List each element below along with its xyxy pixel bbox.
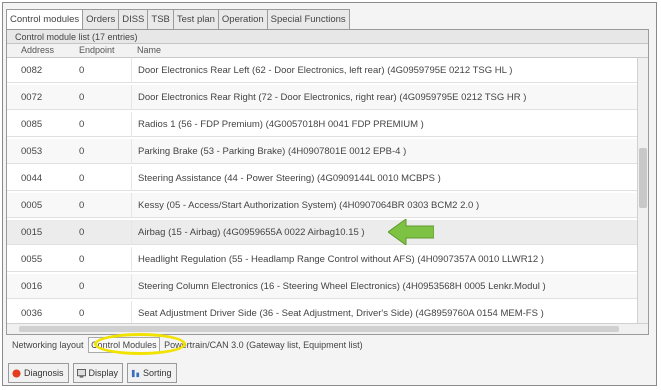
name-cell: Airbag (15 - Airbag) (4G0959655A 0022 Ai…	[131, 220, 365, 245]
horizontal-scroll-thumb[interactable]	[19, 326, 619, 332]
diagnosis-button[interactable]: Diagnosis	[8, 363, 69, 383]
endpoint-cell: 0	[79, 254, 85, 265]
column-header-name[interactable]: Name	[137, 44, 161, 57]
stop-diagnosis-icon	[12, 368, 21, 378]
diagnosis-button-label: Diagnosis	[24, 368, 64, 378]
tab-special-functions[interactable]: Special Functions	[266, 9, 350, 29]
tab-control-modules[interactable]: Control modules	[6, 9, 84, 30]
status-line: Networking layout Control Modules Powert…	[12, 337, 365, 353]
name-cell: Parking Brake (53 - Parking Brake) (4H09…	[131, 139, 406, 164]
control-module-list-panel: Control module list (17 entries) Address…	[6, 29, 649, 335]
table-row[interactable]: 0044 0 Steering Assistance (44 - Power S…	[7, 166, 638, 191]
green-pointer-arrow-icon	[388, 219, 434, 245]
tab-tsb[interactable]: TSB	[147, 9, 174, 29]
column-header-row: Address Endpoint Name	[7, 44, 648, 58]
address-cell: 0082	[21, 65, 43, 76]
table-row[interactable]: 0072 0 Door Electronics Rear Right (72 -…	[7, 85, 638, 110]
table-row[interactable]: 0036 0 Seat Adjustment Driver Side (36 -…	[7, 301, 638, 324]
sorting-button[interactable]: Sorting	[127, 363, 177, 383]
tab-bar: Control modules Orders DISS TSB Test pla…	[6, 9, 350, 30]
tab-test-plan[interactable]: Test plan	[172, 9, 219, 29]
name-cell: Steering Assistance (44 - Power Steering…	[131, 166, 441, 191]
endpoint-cell: 0	[79, 227, 85, 238]
address-cell: 0085	[21, 119, 43, 130]
endpoint-cell: 0	[79, 92, 85, 103]
vertical-scrollbar[interactable]	[637, 58, 648, 324]
endpoint-cell: 0	[79, 281, 85, 292]
endpoint-cell: 0	[79, 173, 85, 184]
table-row[interactable]: 0053 0 Parking Brake (53 - Parking Brake…	[7, 139, 638, 164]
address-cell: 0015	[21, 227, 43, 238]
address-cell: 0016	[21, 281, 43, 292]
address-cell: 0055	[21, 254, 43, 265]
table-row[interactable]: 0082 0 Door Electronics Rear Left (62 - …	[7, 58, 638, 83]
vertical-scroll-thumb[interactable]	[639, 148, 647, 208]
display-button[interactable]: Display	[72, 363, 124, 383]
table-row[interactable]: 0005 0 Kessy (05 - Access/Start Authoriz…	[7, 193, 638, 218]
horizontal-scrollbar[interactable]	[7, 323, 648, 334]
column-header-endpoint[interactable]: Endpoint	[79, 44, 115, 57]
name-cell: Door Electronics Rear Left (62 - Door El…	[131, 58, 512, 83]
status-prefix: Networking layout	[12, 340, 84, 350]
module-table: 0082 0 Door Electronics Rear Left (62 - …	[7, 58, 638, 324]
name-cell: Headlight Regulation (55 - Headlamp Rang…	[131, 247, 544, 272]
address-cell: 0005	[21, 200, 43, 211]
name-cell: Radios 1 (56 - FDP Premium) (4G0057018H …	[131, 112, 424, 137]
endpoint-cell: 0	[79, 200, 85, 211]
display-button-label: Display	[88, 368, 119, 378]
yellow-highlight-circle	[94, 333, 186, 355]
address-cell: 0036	[21, 308, 43, 319]
tab-orders[interactable]: Orders	[82, 9, 120, 29]
column-header-address[interactable]: Address	[21, 44, 54, 57]
name-cell: Door Electronics Rear Right (72 - Door E…	[131, 85, 526, 110]
table-row-selected[interactable]: 0015 0 Airbag (15 - Airbag) (4G0959655A …	[7, 220, 638, 245]
name-cell: Steering Column Electronics (16 - Steeri…	[131, 274, 546, 299]
name-cell: Kessy (05 - Access/Start Authorization S…	[131, 193, 479, 218]
address-cell: 0053	[21, 146, 43, 157]
endpoint-cell: 0	[79, 146, 85, 157]
display-icon	[76, 368, 86, 378]
tab-operation[interactable]: Operation	[217, 9, 268, 29]
panel-title: Control module list (17 entries)	[7, 30, 648, 44]
table-row[interactable]: 0055 0 Headlight Regulation (55 - Headla…	[7, 247, 638, 272]
name-cell: Seat Adjustment Driver Side (36 - Seat A…	[131, 301, 544, 324]
endpoint-cell: 0	[79, 119, 85, 130]
endpoint-cell: 0	[79, 65, 85, 76]
table-row[interactable]: 0016 0 Steering Column Electronics (16 -…	[7, 274, 638, 299]
endpoint-cell: 0	[79, 308, 85, 319]
tab-diss[interactable]: DISS	[118, 9, 149, 29]
address-cell: 0044	[21, 173, 43, 184]
address-cell: 0072	[21, 92, 43, 103]
table-row[interactable]: 0085 0 Radios 1 (56 - FDP Premium) (4G00…	[7, 112, 638, 137]
bottom-button-bar: Diagnosis Display Sorting	[8, 363, 177, 383]
sorting-button-label: Sorting	[143, 368, 172, 378]
sorting-icon	[131, 369, 140, 377]
status-suffix: Powertrain/CAN 3.0 (Gateway list, Equipm…	[164, 340, 363, 350]
